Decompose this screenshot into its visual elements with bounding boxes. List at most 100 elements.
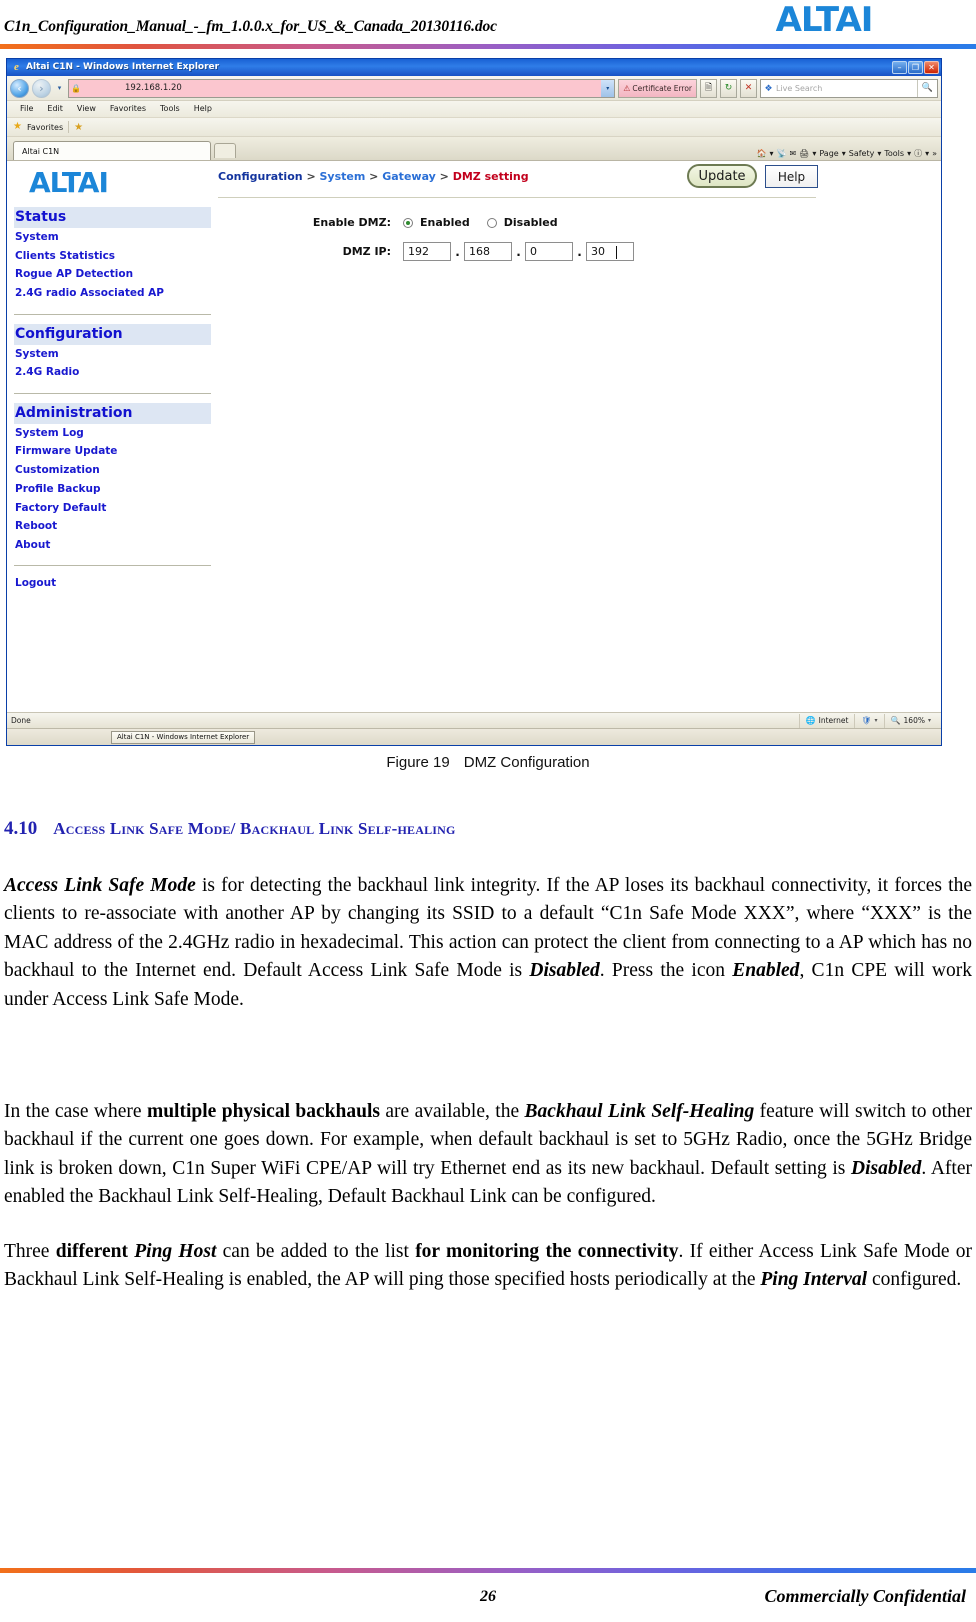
- paragraph-access-link-safe-mode: Access Link Safe Mode is for detecting t…: [4, 872, 972, 1015]
- command-bar: 🏠 ▾ 📡 ✉ 🖨 ▾ Page ▾ Safety ▾ Tools ▾ ⓘ ▾ …: [757, 150, 937, 158]
- chevron-down-icon[interactable]: ▾: [925, 150, 929, 158]
- add-favorite-icon[interactable]: ★: [74, 122, 83, 133]
- sidebar-item-customization[interactable]: Customization: [14, 461, 212, 480]
- browser-window: e Altai C1N - Windows Internet Explorer …: [6, 58, 942, 746]
- sidebar-heading-administration: Administration: [14, 402, 211, 424]
- minimize-button[interactable]: –: [892, 61, 907, 74]
- sidebar-heading-status: Status: [14, 207, 211, 228]
- overflow-icon[interactable]: »: [932, 150, 937, 158]
- home-icon[interactable]: 🏠: [757, 150, 767, 158]
- sidebar-item-factory-default[interactable]: Factory Default: [14, 499, 212, 518]
- close-button[interactable]: ✕: [924, 61, 939, 74]
- print-icon[interactable]: 🖨: [799, 150, 809, 158]
- favorites-bar: ★ Favorites ★: [7, 118, 941, 137]
- magnifier-icon: 🔍: [890, 716, 901, 725]
- dmz-ip-octet-4[interactable]: 30: [586, 242, 634, 261]
- term-multiple-physical-backhauls: multiple physical backhauls: [146, 1100, 380, 1122]
- menu-item-file[interactable]: File: [13, 105, 40, 113]
- ip-dot: .: [455, 244, 460, 259]
- chevron-down-icon[interactable]: ▾: [812, 150, 816, 158]
- menu-item-tools[interactable]: Tools: [153, 105, 187, 113]
- command-tools[interactable]: Tools: [884, 150, 904, 158]
- dmz-ip-octet-3[interactable]: 0: [525, 242, 573, 261]
- search-box[interactable]: ❖ Live Search 🔍: [760, 78, 938, 98]
- address-bar[interactable]: 🔒 192.168.1.20 ▾: [68, 78, 616, 98]
- zoom-level-label: 160%: [903, 716, 925, 725]
- refresh-icon[interactable]: ↻: [720, 78, 737, 98]
- sidebar-item-reboot[interactable]: Reboot: [14, 517, 212, 536]
- chevron-down-icon[interactable]: ▾: [842, 150, 846, 158]
- chevron-down-icon[interactable]: ▾: [875, 717, 878, 724]
- sidebar-item-firmware-update[interactable]: Firmware Update: [14, 442, 212, 461]
- breadcrumb: Configuration > System > Gateway > DMZ s…: [218, 171, 529, 182]
- internet-explorer-icon: e: [14, 61, 19, 73]
- feeds-icon[interactable]: 📡: [777, 150, 787, 158]
- breadcrumb-gateway[interactable]: Gateway: [382, 170, 436, 183]
- term-disabled: Disabled: [529, 960, 600, 981]
- section-title: Access Link Safe Mode/ Backhaul Link Sel…: [53, 819, 456, 838]
- dmz-ip-octet-2[interactable]: 168: [464, 242, 512, 261]
- stop-icon[interactable]: ✕: [740, 78, 757, 98]
- forward-arrow-icon[interactable]: ›: [32, 78, 51, 98]
- chevron-down-icon[interactable]: ▾: [877, 150, 881, 158]
- zoom-level-control[interactable]: 🔍 160% ▾: [883, 713, 937, 728]
- term-different: different: [55, 1240, 135, 1262]
- dmz-ip-label: DMZ IP:: [342, 245, 391, 258]
- address-input[interactable]: 192.168.1.20: [83, 84, 601, 93]
- search-input[interactable]: Live Search: [776, 84, 917, 93]
- command-safety[interactable]: Safety: [849, 150, 875, 158]
- menu-item-edit[interactable]: Edit: [40, 105, 70, 113]
- certificate-error-label: Certificate Error: [632, 83, 692, 93]
- chevron-down-icon[interactable]: ▾: [928, 717, 931, 724]
- browser-menubar: File Edit View Favorites Tools Help: [7, 101, 941, 118]
- taskbar-button-ie[interactable]: Altai C1N - Windows Internet Explorer: [111, 730, 256, 744]
- menu-item-view[interactable]: View: [70, 105, 103, 113]
- ip-dot: .: [577, 244, 582, 259]
- tab-altai-c1n[interactable]: Altai C1N: [13, 141, 211, 160]
- help-button[interactable]: Help: [765, 165, 818, 188]
- sidebar-item-logout[interactable]: Logout: [14, 574, 212, 593]
- windows-taskbar: Altai C1N - Windows Internet Explorer: [7, 728, 941, 745]
- sidebar-item-system-log[interactable]: System Log: [14, 424, 212, 443]
- sidebar-item-24g-radio-associated-ap[interactable]: 2.4G radio Associated AP: [14, 284, 212, 303]
- security-zone[interactable]: 🌐 Internet: [798, 713, 855, 728]
- altai-logo: ALTAI: [690, 0, 958, 40]
- divider: [14, 313, 211, 315]
- sidebar-item-status-system[interactable]: System: [14, 228, 212, 247]
- compatibility-view-icon[interactable]: 🗎: [700, 78, 717, 98]
- sidebar-item-clients-statistics[interactable]: Clients Statistics: [14, 247, 212, 266]
- text: In the case where: [4, 1100, 147, 1122]
- help-icon[interactable]: ⓘ: [914, 150, 922, 158]
- command-page[interactable]: Page: [819, 150, 838, 158]
- lock-icon: 🔒: [71, 83, 81, 93]
- sidebar-item-configuration-system[interactable]: System: [14, 345, 212, 364]
- certificate-error-badge[interactable]: ⚠ Certificate Error: [618, 78, 697, 98]
- chevron-down-icon[interactable]: ▾: [769, 150, 773, 158]
- sidebar-item-rogue-ap-detection[interactable]: Rogue AP Detection: [14, 265, 212, 284]
- new-tab-button[interactable]: [214, 143, 236, 158]
- altai-wordmark: ALTAI: [775, 0, 874, 40]
- radio-disabled[interactable]: [486, 217, 497, 228]
- mail-icon[interactable]: ✉: [789, 150, 796, 158]
- favorites-label[interactable]: Favorites: [27, 123, 63, 132]
- breadcrumb-configuration[interactable]: Configuration: [218, 170, 303, 183]
- back-arrow-icon[interactable]: ‹: [10, 78, 29, 98]
- browser-navigation-bar: ‹ › ▾ 🔒 192.168.1.20 ▾ ⚠ Certificate Err…: [7, 76, 941, 101]
- section-heading: 4.10 Access Link Safe Mode/ Backhaul Link…: [4, 818, 456, 840]
- maximize-button[interactable]: ❐: [908, 61, 923, 74]
- menu-item-help[interactable]: Help: [187, 105, 219, 113]
- sidebar-item-about[interactable]: About: [14, 536, 212, 555]
- update-button[interactable]: Update: [687, 164, 757, 188]
- breadcrumb-system[interactable]: System: [320, 170, 366, 183]
- dmz-ip-octet-1[interactable]: 192: [403, 242, 451, 261]
- radio-enabled[interactable]: [403, 217, 413, 228]
- sidebar-item-profile-backup[interactable]: Profile Backup: [14, 480, 212, 499]
- menu-item-favorites[interactable]: Favorites: [103, 105, 153, 113]
- search-icon[interactable]: 🔍: [917, 79, 937, 97]
- sidebar-item-24g-radio[interactable]: 2.4G Radio: [14, 363, 212, 382]
- chevron-down-icon[interactable]: ▾: [907, 150, 911, 158]
- header-gradient-rule: [0, 44, 976, 49]
- protected-mode-indicator: 🛡 ▾: [854, 713, 883, 728]
- address-dropdown-icon[interactable]: ▾: [601, 79, 615, 97]
- chevron-down-icon[interactable]: ▾: [54, 79, 65, 98]
